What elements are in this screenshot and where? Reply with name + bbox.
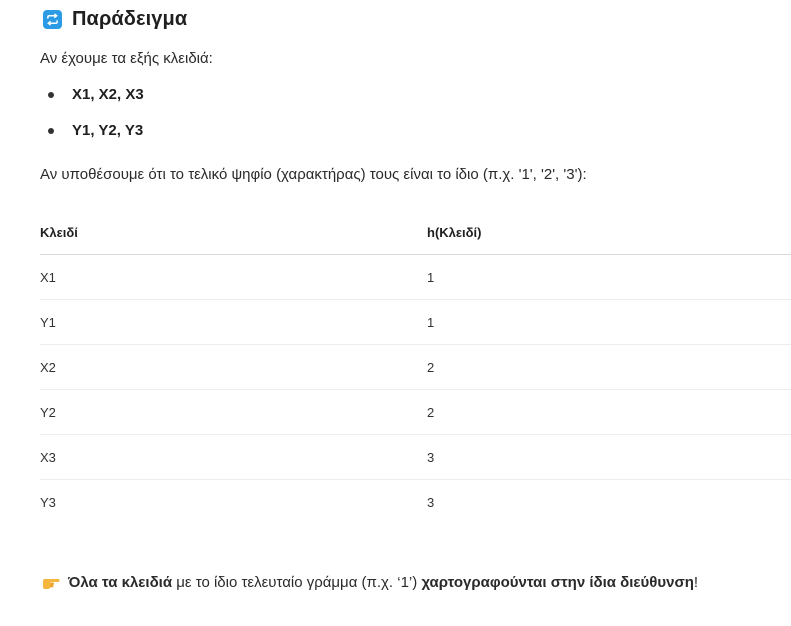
conclusion-bold-start: Όλα τα κλειδιά (68, 573, 173, 591)
cell-key: Y2 (40, 389, 427, 435)
list-item-text: X1, X2, X3 (72, 86, 144, 103)
table-row: Y2 2 (40, 389, 791, 435)
table-row: X3 3 (40, 434, 791, 480)
cell-key: Y1 (40, 299, 427, 345)
table-row: X1 1 (40, 254, 791, 300)
conclusion-bold-end: χαρτογραφούνται στην ίδια διεύθυνση (421, 573, 694, 591)
list-item: Y1, Y2, Y3 (40, 120, 144, 156)
bullet-dot (48, 128, 54, 134)
conclusion-text: Όλα τα κλειδιά με το ίδιο τελευταίο γράμ… (68, 574, 698, 591)
conclusion-line: Όλα τα κλειδιά με το ίδιο τελευταίο γράμ… (42, 573, 698, 591)
cell-key: X1 (40, 254, 427, 300)
cell-hash: 3 (427, 434, 791, 480)
assumption-text: Αν υποθέσουμε ότι το τελικό ψηφίο (χαρακ… (40, 166, 587, 183)
repeat-icon (43, 10, 62, 29)
cell-hash: 1 (427, 299, 791, 345)
hash-table: Κλειδί h(Κλειδί) X1 1 Y1 1 X2 2 Y2 2 X3 … (40, 210, 791, 524)
cell-hash: 1 (427, 254, 791, 300)
key-list: X1, X2, X3 Y1, Y2, Y3 (40, 84, 144, 156)
cell-key: Y3 (40, 494, 56, 510)
table-row: Y1 1 (40, 299, 791, 345)
section-title: Παράδειγμα (72, 8, 188, 30)
table-row: Y3 3 (40, 480, 791, 525)
section-heading: Παράδειγμα (43, 8, 187, 31)
cell-key: X2 (40, 344, 427, 390)
intro-text: Αν έχουμε τα εξής κλειδιά: (40, 50, 213, 67)
bullet-dot (48, 92, 54, 98)
column-header-key: Κλειδί (40, 210, 427, 255)
pointing-hand-icon (42, 573, 60, 591)
cell-hash: 3 (427, 494, 435, 510)
table-header-row: Κλειδί h(Κλειδί) (40, 210, 791, 255)
list-item: X1, X2, X3 (40, 84, 144, 120)
cell-hash: 2 (427, 344, 791, 390)
cell-key: X3 (40, 434, 427, 480)
conclusion-end: ! (693, 573, 699, 591)
column-header-hash: h(Κλειδί) (427, 210, 791, 255)
cell-hash: 2 (427, 389, 791, 435)
list-item-text: Y1, Y2, Y3 (72, 122, 144, 139)
conclusion-middle: με το ίδιο τελευταίο γράμμα (π.χ. ‘1’) (172, 573, 422, 591)
table-row: X2 2 (40, 344, 791, 390)
